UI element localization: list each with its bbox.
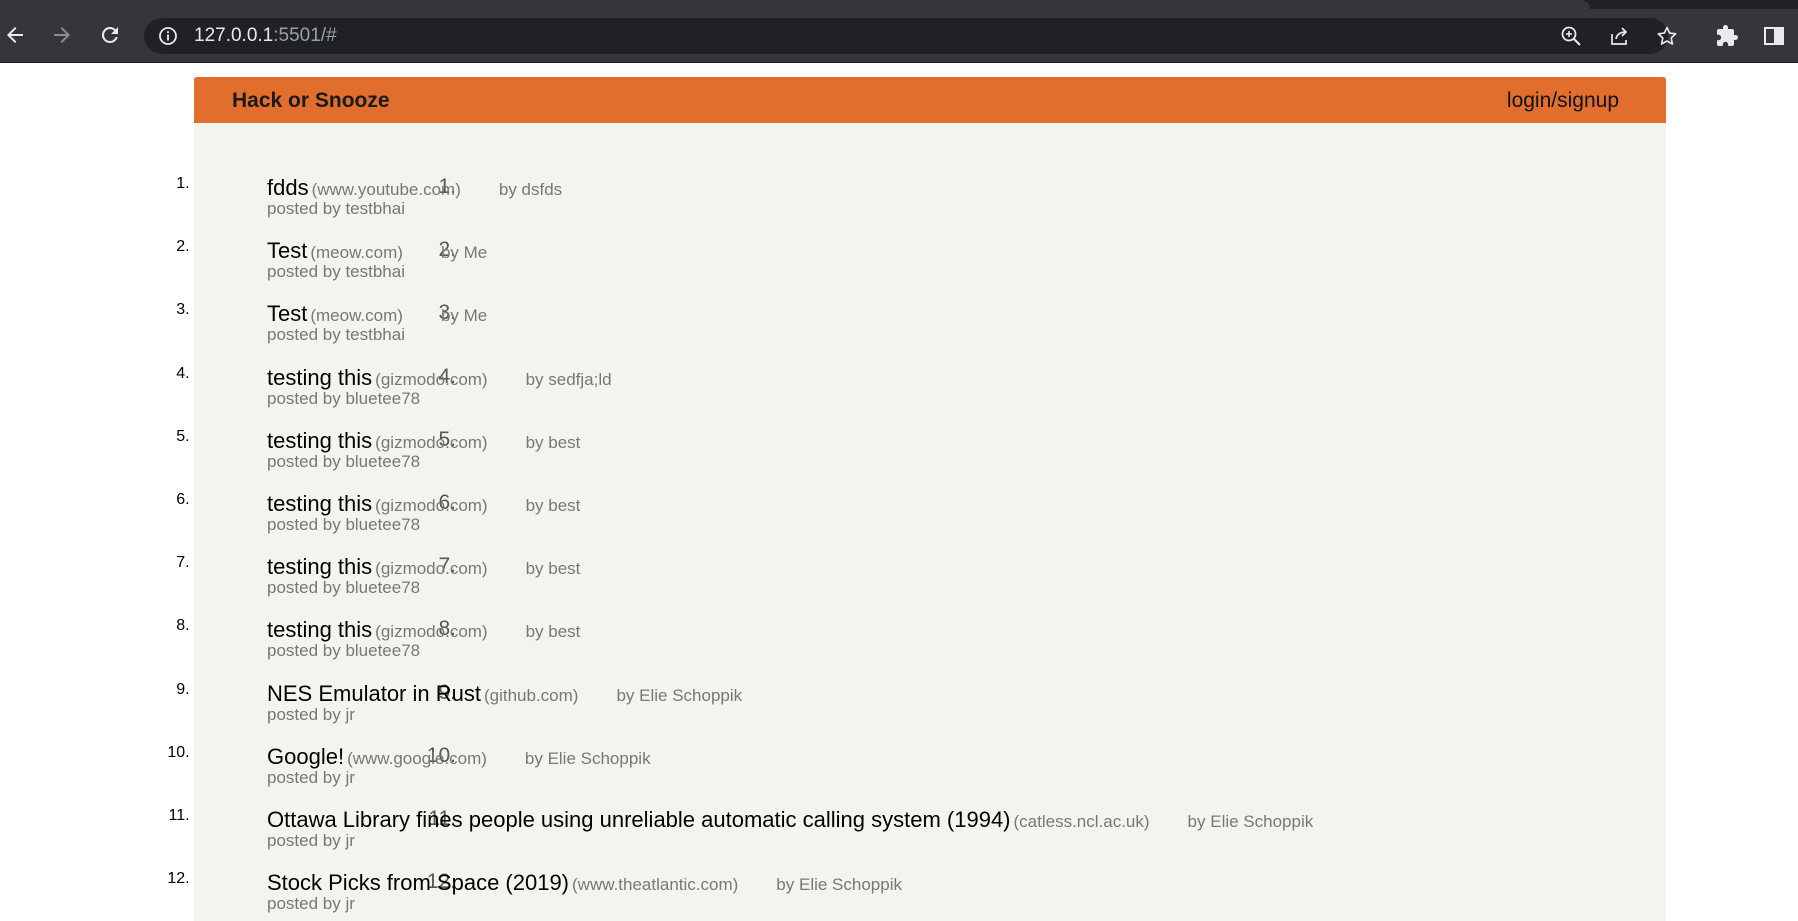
story-title-line: testing this (gizmodo.com) by best <box>267 428 580 454</box>
story-hostname: (www.google.com) <box>347 748 487 768</box>
story-poster: posted by bluetee78 <box>267 578 421 598</box>
story-title-link[interactable]: Test <box>267 301 307 326</box>
story-item: 8.testing this(gizmodo.com)by bestposted… <box>194 617 1666 680</box>
story-item: 9.NES Emulator in Rust(github.com)by Eli… <box>194 681 1666 744</box>
story-item: 3.Test(meow.com)by Meposted by testbhai <box>194 301 1666 364</box>
story-title-line: Stock Picks from Space (2019) (www.theatl… <box>267 870 902 896</box>
address-bar[interactable]: 127.0.0.1:5501/# <box>144 18 1677 54</box>
story-poster: posted by testbhai <box>267 262 405 282</box>
stories-list: 1.fdds(www.youtube.com)by dsfdsposted by… <box>194 175 1666 921</box>
story-item: 6.testing this(gizmodo.com)by bestposted… <box>194 491 1666 554</box>
story-author: by best <box>525 495 581 515</box>
story-title-link[interactable]: fdds <box>267 175 309 200</box>
sidepanel-icon[interactable] <box>1762 24 1786 48</box>
story-title-line: Google! (www.google.com) by Elie Schoppik <box>267 744 651 770</box>
page-container: Hack or Snooze login/signup 1.fdds(www.y… <box>194 77 1666 921</box>
story-title-link[interactable]: NES Emulator in Rust <box>267 681 481 706</box>
story-poster: posted by jr <box>267 704 355 724</box>
story-title-line: Test (meow.com) by Me <box>267 301 487 327</box>
story-title-line: Test (meow.com) by Me <box>267 238 487 264</box>
story-author: by best <box>525 622 581 642</box>
story-title-link[interactable]: testing this <box>267 554 372 579</box>
story-title-link[interactable]: testing this <box>267 428 372 453</box>
story-author: by Me <box>440 306 488 326</box>
story-poster: posted by jr <box>267 894 355 914</box>
story-author: by Elie Schoppik <box>616 685 743 705</box>
story-poster: posted by testbhai <box>267 199 405 218</box>
story-poster: posted by bluetee78 <box>267 641 421 661</box>
story-hostname: (www.theatlantic.com) <box>572 875 739 895</box>
story-poster: posted by jr <box>267 830 355 850</box>
login-signup-link[interactable]: login/signup <box>1507 89 1619 113</box>
story-item: 5.testing this(gizmodo.com)by bestposted… <box>194 428 1666 491</box>
story-title-line: testing this (gizmodo.com) by sedfja;ld <box>267 365 612 391</box>
story-poster: posted by jr <box>267 767 355 787</box>
story-author: by dsfds <box>498 180 563 199</box>
reload-icon <box>101 26 118 43</box>
story-title-link[interactable]: Google! <box>267 744 344 769</box>
zoom-icon[interactable] <box>1560 25 1582 47</box>
story-poster: posted by bluetee78 <box>267 451 421 471</box>
info-icon[interactable] <box>158 26 178 46</box>
story-hostname: (gizmodo.com) <box>375 495 488 515</box>
story-hostname: (github.com) <box>483 685 579 705</box>
url-text: 127.0.0.1:5501/# <box>194 26 337 46</box>
url-host: 127.0.0.1 <box>194 25 274 46</box>
forward-button[interactable] <box>47 20 77 50</box>
story-item: 2.Test(meow.com)by Meposted by testbhai <box>194 238 1666 301</box>
story-title-line: fdds (www.youtube.com) by dsfds <box>267 175 562 201</box>
story-hostname: (catless.ncl.ac.uk) <box>1013 811 1150 831</box>
story-item: 11.Ottawa Library fines people using unr… <box>194 807 1666 870</box>
story-title-link[interactable]: Test <box>267 238 307 263</box>
story-item: 7.testing this(gizmodo.com)by bestposted… <box>194 554 1666 617</box>
site-brand[interactable]: Hack or Snooze <box>232 89 390 113</box>
story-title-link[interactable]: testing this <box>267 365 372 390</box>
story-title-line: Ottawa Library fines people using unreli… <box>267 807 1313 833</box>
story-poster: posted by testbhai <box>267 325 405 345</box>
story-item: 1.fdds(www.youtube.com)by dsfdsposted by… <box>194 175 1666 238</box>
star-icon[interactable] <box>1656 25 1678 47</box>
share-icon[interactable] <box>1608 25 1630 47</box>
story-hostname: (gizmodo.com) <box>375 369 488 389</box>
story-author: by best <box>525 559 581 579</box>
story-item: 10.Google!(www.google.com)by Elie Schopp… <box>194 744 1666 807</box>
story-title-link[interactable]: Stock Picks from Space (2019) <box>267 870 569 895</box>
story-title-line: testing this (gizmodo.com) by best <box>267 491 580 517</box>
story-title-link[interactable]: testing this <box>267 617 372 642</box>
story-poster: posted by bluetee78 <box>267 514 421 534</box>
story-hostname: (meow.com) <box>310 243 403 263</box>
tab-strip <box>0 0 1798 9</box>
story-title-link[interactable]: Ottawa Library fines people using unreli… <box>267 807 1011 832</box>
story-hostname: (gizmodo.com) <box>375 622 488 642</box>
story-title-link[interactable]: testing this <box>267 491 372 516</box>
forward-arrow-icon <box>54 27 70 43</box>
story-hostname: (gizmodo.com) <box>375 559 488 579</box>
back-button[interactable] <box>0 20 30 50</box>
story-hostname: (meow.com) <box>310 306 403 326</box>
story-hostname: (gizmodo.com) <box>375 432 488 452</box>
story-author: by Elie Schoppik <box>524 748 651 768</box>
story-author: by Me <box>440 243 488 263</box>
story-author: by best <box>525 432 581 452</box>
nav-bar: Hack or Snooze login/signup <box>194 77 1666 123</box>
story-author: by sedfja;ld <box>525 369 612 389</box>
story-author: by Elie Schoppik <box>776 875 902 895</box>
story-title-line: NES Emulator in Rust (github.com) by Elie … <box>267 681 742 707</box>
story-title-line: testing this (gizmodo.com) by best <box>267 554 580 580</box>
story-item: 12.Stock Picks from Space (2019)(www.the… <box>194 870 1666 921</box>
reload-button[interactable] <box>95 20 125 50</box>
story-title-line: testing this (gizmodo.com) by best <box>267 617 580 643</box>
story-author: by Elie Schoppik <box>1187 811 1314 831</box>
back-arrow-icon <box>7 27 23 43</box>
browser-toolbar: 127.0.0.1:5501/# <box>0 0 1798 63</box>
story-item: 4.testing this(gizmodo.com)by sedfja;ldp… <box>194 365 1666 428</box>
story-poster: posted by bluetee78 <box>267 388 421 408</box>
url-path: :5501/# <box>273 25 337 46</box>
puzzle-icon[interactable] <box>1715 24 1739 48</box>
story-hostname: (www.youtube.com) <box>311 180 461 199</box>
